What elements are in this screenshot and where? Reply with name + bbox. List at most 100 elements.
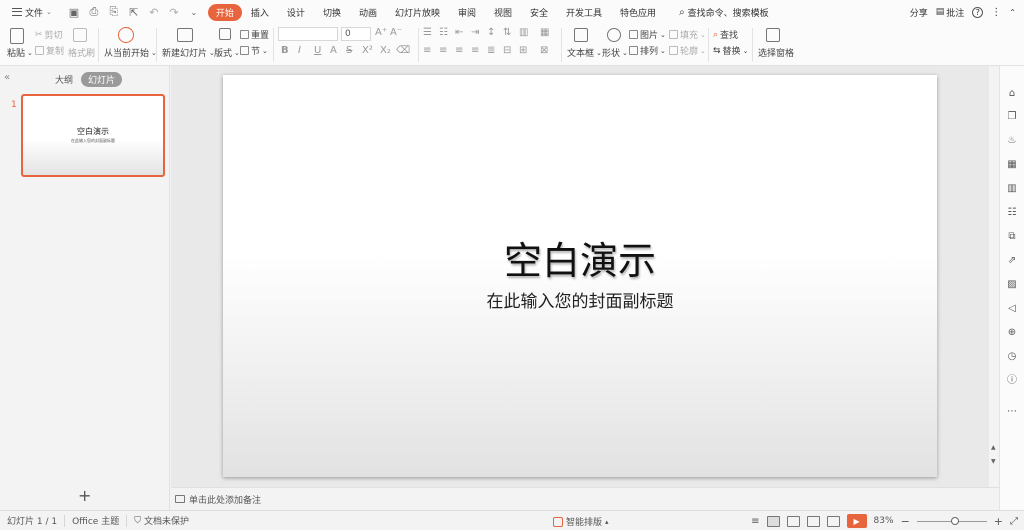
notes-toggle-icon[interactable]: ≡ — [751, 516, 759, 527]
character-spacing-icon[interactable]: ⊠ — [540, 45, 548, 56]
shape-button[interactable]: 形状 ⌄ — [602, 46, 628, 60]
image-icon[interactable]: ▨ — [1006, 279, 1018, 291]
align-text-icon[interactable]: ⊟ — [503, 45, 511, 56]
reset-button[interactable]: 重置 — [240, 28, 269, 41]
ink-icon[interactable]: ♨ — [1006, 135, 1018, 147]
print-preview-icon[interactable]: ⎙ — [88, 5, 100, 19]
more-options-icon[interactable]: ⋮ — [991, 7, 1001, 18]
zoom-in-icon[interactable]: + — [994, 515, 1003, 528]
section-button[interactable]: 节 ⌄ — [240, 44, 268, 57]
italic-icon[interactable]: I — [298, 45, 301, 56]
command-search[interactable]: ⌕ 查找命令、搜索模板 — [679, 6, 769, 19]
save-icon[interactable]: ▣ — [68, 6, 80, 19]
decrease-indent-icon[interactable]: ⇤ — [455, 27, 463, 38]
subscript-icon[interactable]: X₂ — [380, 45, 391, 56]
tab-transitions[interactable]: 切换 — [314, 4, 350, 21]
format-painter-icon[interactable] — [73, 28, 87, 42]
convert-smartart-icon[interactable]: ▦ — [540, 27, 549, 38]
adjust-icon[interactable]: ☷ — [1006, 207, 1018, 219]
cut-button[interactable]: ✂ 剪切 — [35, 28, 63, 42]
new-slide-icon[interactable] — [177, 28, 193, 42]
customize-qa-icon[interactable]: ⌄ — [188, 8, 200, 17]
print-icon[interactable]: ⎘ — [108, 5, 120, 19]
sorter-view-icon[interactable] — [786, 515, 800, 527]
slide-title[interactable]: 空白演示 — [223, 230, 937, 285]
speaker-icon[interactable]: ◁ — [1006, 303, 1018, 315]
tab-design[interactable]: 设计 — [278, 4, 314, 21]
clear-format-icon[interactable]: ⌫ — [396, 45, 410, 56]
copy-button[interactable]: 复制 — [35, 44, 64, 57]
export-icon[interactable]: ⇗ — [1006, 255, 1018, 267]
layout-button[interactable]: 版式 ⌄ — [214, 46, 240, 60]
chart-icon[interactable]: ▥ — [1006, 183, 1018, 195]
help-circle-icon[interactable]: ⓘ — [1006, 375, 1018, 387]
increase-font-icon[interactable]: A⁺ — [375, 27, 387, 38]
apps-icon[interactable]: ▦ — [1006, 159, 1018, 171]
find-button[interactable]: ⌕ 查找 — [713, 28, 738, 42]
distribute-icon[interactable]: ≣ — [487, 45, 495, 56]
increase-indent-icon[interactable]: ⇥ — [471, 27, 479, 38]
tab-special[interactable]: 特色应用 — [611, 4, 665, 21]
shape-icon[interactable] — [607, 28, 621, 42]
tab-review[interactable]: 审阅 — [449, 4, 485, 21]
theme-name[interactable]: Office 主题 — [65, 514, 126, 527]
document-search-icon[interactable]: ⧉ — [1006, 231, 1018, 243]
bold-icon[interactable]: B — [281, 45, 289, 56]
presenter-view-icon[interactable] — [826, 515, 840, 527]
line-spacing-icon[interactable]: ↕ — [487, 27, 495, 38]
protection-status[interactable]: ⛉ 文档未保护 — [127, 514, 196, 528]
superscript-icon[interactable]: X² — [362, 45, 373, 56]
numbered-list-icon[interactable]: ☷ — [439, 27, 448, 38]
redo-icon[interactable]: ↷ — [168, 6, 180, 19]
tab-outline[interactable]: 大纲 — [55, 73, 73, 86]
smart-layout-button[interactable]: 智能排版 ▴ — [553, 515, 609, 528]
justify-icon[interactable]: ≡ — [471, 45, 479, 56]
undo-icon[interactable]: ↶ — [148, 6, 160, 19]
play-slideshow-button[interactable]: ▶ — [846, 514, 867, 528]
fill-button[interactable]: 填充 ⌄ — [669, 28, 706, 41]
slide[interactable]: 空白演示 在此输入您的封面副标题 — [223, 75, 937, 477]
zoom-level[interactable]: 83% — [874, 516, 894, 526]
zoom-slider-knob[interactable] — [950, 516, 959, 525]
tab-animations[interactable]: 动画 — [350, 4, 386, 21]
tab-security[interactable]: 安全 — [521, 4, 557, 21]
align-center-icon[interactable]: ≡ — [439, 45, 447, 56]
download-icon[interactable]: ⊕ — [1006, 327, 1018, 339]
tab-view[interactable]: 视图 — [485, 4, 521, 21]
slide-subtitle[interactable]: 在此输入您的封面副标题 — [223, 287, 937, 312]
collapse-ribbon-icon[interactable]: ⌃ — [1009, 8, 1016, 17]
notes-area[interactable]: 单击此处添加备注 — [171, 487, 999, 510]
file-menu[interactable]: 文件 ⌄ — [8, 4, 56, 21]
font-size-select[interactable]: 0 — [341, 27, 371, 41]
zoom-out-icon[interactable]: − — [901, 515, 910, 528]
outline-button[interactable]: 轮廓 ⌄ — [669, 44, 706, 57]
picture-button[interactable]: 图片 ⌄ — [629, 28, 666, 41]
decrease-font-icon[interactable]: A⁻ — [390, 27, 402, 38]
home-icon[interactable]: ⌂ — [1006, 88, 1018, 100]
text-direction-icon[interactable]: ⇅ — [503, 27, 511, 38]
tab-developer[interactable]: 开发工具 — [557, 4, 611, 21]
export-pdf-icon[interactable]: ⇱ — [128, 6, 140, 19]
underline-icon[interactable]: U — [314, 45, 321, 56]
tab-slideshow[interactable]: 幻灯片放映 — [386, 4, 449, 21]
help-icon[interactable]: ? — [972, 6, 984, 18]
vertical-scrollbar[interactable]: ▲ ▼ — [989, 66, 999, 487]
history-icon[interactable]: ◷ — [1006, 351, 1018, 363]
paste-icon[interactable] — [10, 28, 24, 44]
bullet-list-icon[interactable]: ☰ — [423, 27, 432, 38]
scroll-up-icon[interactable]: ▲ — [991, 444, 996, 451]
arrange-button[interactable]: 排列 ⌄ — [629, 44, 666, 57]
strikethrough-icon[interactable]: S — [346, 45, 352, 56]
comment-button[interactable]: ▤ 批注 — [936, 6, 965, 19]
paste-button[interactable]: 粘贴 ⌄ — [7, 46, 33, 60]
align-right-icon[interactable]: ≡ — [455, 45, 463, 56]
add-slide-icon[interactable]: + — [78, 486, 91, 505]
format-painter-button[interactable]: 格式刷 — [68, 46, 95, 59]
tab-slides[interactable]: 幻灯片 — [81, 72, 123, 87]
share-button[interactable]: 分享 — [910, 6, 928, 19]
replace-button[interactable]: ⇆ 替换 ⌄ — [713, 44, 748, 58]
collapse-panel-icon[interactable]: « — [4, 72, 10, 83]
selection-pane-button[interactable]: 选择窗格 — [758, 46, 794, 59]
tab-home[interactable]: 开始 — [207, 3, 242, 21]
fit-window-icon[interactable]: ⤢ — [1010, 516, 1018, 527]
